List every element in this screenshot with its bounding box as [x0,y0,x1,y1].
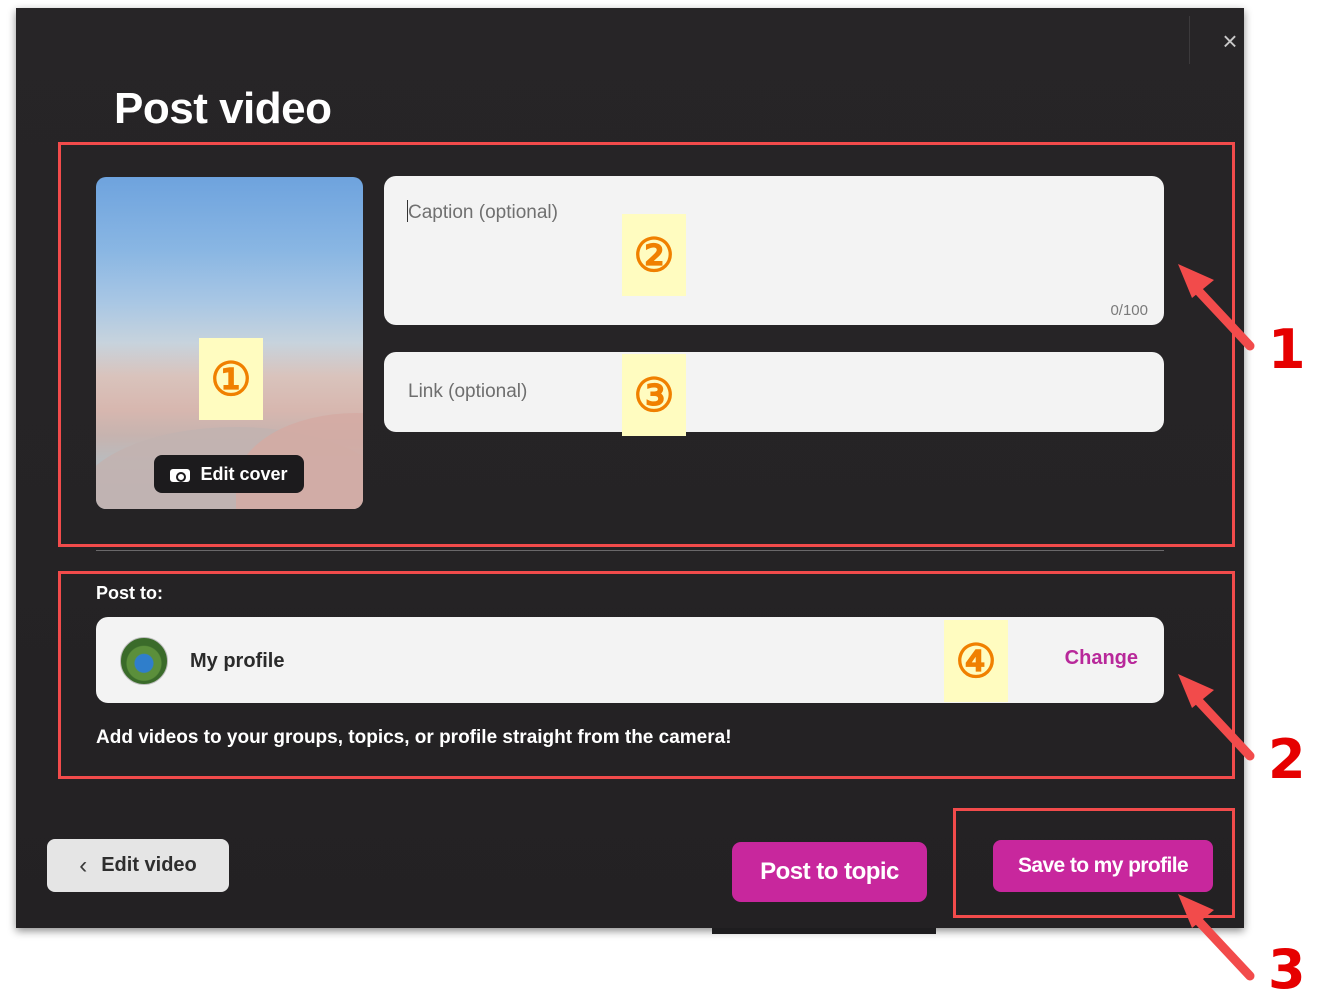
dialog-title: Post video [114,84,332,133]
callout-number-2: 2 [1268,728,1306,791]
edit-video-button[interactable]: ‹ Edit video [47,839,229,892]
section-divider [96,550,1164,551]
close-icon[interactable]: × [1213,24,1247,58]
callout-number-1: 1 [1268,318,1306,381]
marker-2: ② [622,214,686,296]
close-divider [1189,16,1190,64]
callout-arrow-3 [1178,894,1255,981]
marker-4: ④ [944,620,1008,702]
chevron-left-icon: ‹ [79,851,88,879]
edit-video-label: Edit video [101,854,197,876]
marker-3: ③ [622,354,686,436]
post-to-topic-button[interactable]: Post to topic [732,842,927,902]
callout-arrow-2 [1178,674,1255,761]
button-shadow-tab [712,928,936,934]
callout-number-3: 3 [1268,938,1306,1001]
annotation-box-2 [58,571,1235,779]
callout-arrow-1 [1178,264,1255,351]
marker-1: ① [199,338,263,420]
